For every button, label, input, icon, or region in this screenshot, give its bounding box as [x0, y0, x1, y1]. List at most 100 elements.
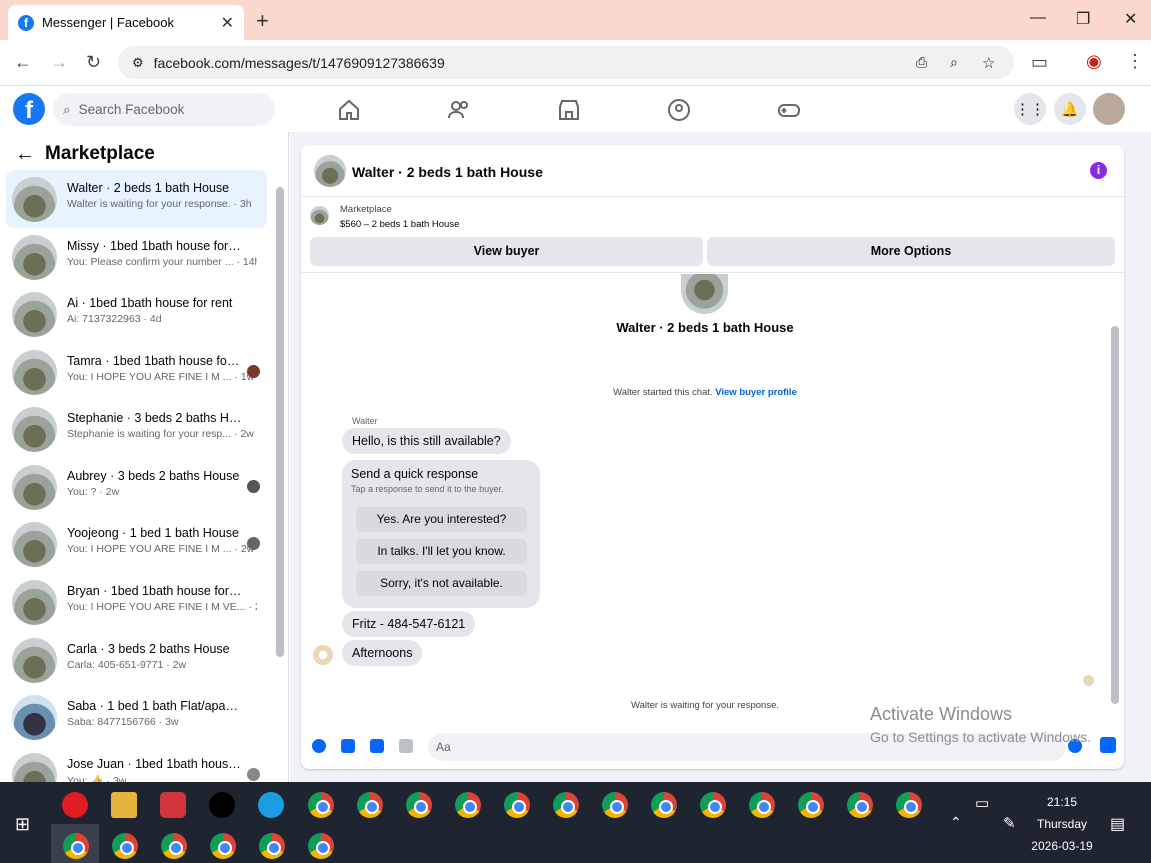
- sender-avatar: [313, 645, 333, 665]
- menu-grid-icon[interactable]: ⋮⋮: [1014, 93, 1046, 125]
- mail-icon[interactable]: [160, 792, 186, 818]
- chrome-icon[interactable]: [259, 833, 285, 859]
- chrome-icon[interactable]: [308, 833, 334, 859]
- conversation-item[interactable]: Missy · 1bed 1bath house for rent You: P…: [6, 228, 267, 286]
- listing-thumbnail: [12, 465, 57, 510]
- install-app-icon[interactable]: ⎙: [916, 54, 927, 71]
- gif-icon[interactable]: [399, 739, 413, 753]
- thumbs-up-icon[interactable]: [1100, 737, 1116, 753]
- conversation-item[interactable]: Saba · 1 bed 1 bath Flat/apartm... Saba:…: [6, 688, 267, 746]
- chat-avatar[interactable]: [314, 155, 346, 187]
- chrome-icon[interactable]: [700, 792, 726, 818]
- home-icon[interactable]: [337, 98, 361, 122]
- chrome-icon[interactable]: [161, 833, 187, 859]
- listing-thumbnail: [12, 522, 57, 567]
- address-bar-row: ← → ↻ ⚙ facebook.com/messages/t/14769091…: [0, 40, 1151, 86]
- clock-time[interactable]: 21:15: [1030, 795, 1094, 809]
- facebook-favicon-icon: f: [18, 14, 34, 31]
- chrome-icon[interactable]: [651, 792, 677, 818]
- quick-response-card: Send a quick response Tap a response to …: [342, 460, 540, 608]
- clock-date[interactable]: 2026-03-19: [1026, 839, 1098, 853]
- chat-started-notice: Walter started this chat. View buyer pro…: [301, 387, 1109, 398]
- facebook-search-input[interactable]: ⌕ Search Facebook: [53, 93, 275, 126]
- marketplace-icon[interactable]: [557, 98, 581, 122]
- chrome-icon[interactable]: [896, 792, 922, 818]
- chrome-icon[interactable]: [749, 792, 775, 818]
- close-window-icon[interactable]: ✕: [1124, 9, 1137, 29]
- conversation-item[interactable]: Yoojeong · 1 bed 1 bath House You: I HOP…: [6, 515, 267, 573]
- chrome-icon[interactable]: [308, 792, 334, 818]
- conversation-item[interactable]: Tamra · 1bed 1bath house for ... You: I …: [6, 343, 267, 401]
- quick-response-button[interactable]: In talks. I'll let you know.: [356, 539, 527, 564]
- reload-icon[interactable]: ↻: [86, 52, 101, 73]
- conversation-preview: You: Please confirm your number ... · 14…: [67, 256, 257, 268]
- back-icon[interactable]: ←: [14, 52, 32, 73]
- conversation-item[interactable]: Jose Juan · 1bed 1bath house ... You: 👍 …: [6, 746, 267, 782]
- chat-scrollbar[interactable]: [1111, 326, 1119, 704]
- close-tab-icon[interactable]: ✕: [221, 13, 234, 33]
- sticker-icon[interactable]: [370, 739, 384, 753]
- menu-icon[interactable]: ⋮: [1126, 51, 1144, 72]
- forward-icon[interactable]: →: [50, 52, 68, 73]
- profile-icon[interactable]: ◉: [1086, 51, 1102, 72]
- facebook-logo-icon[interactable]: f: [13, 93, 45, 125]
- opera-icon[interactable]: [62, 792, 88, 818]
- conversation-item[interactable]: Bryan · 1bed 1bath house for rent You: I…: [6, 573, 267, 631]
- notifications-bell-icon[interactable]: 🔔: [1054, 93, 1086, 125]
- restore-icon[interactable]: ❐: [1076, 9, 1090, 29]
- chrome-icon[interactable]: [406, 792, 432, 818]
- listing-price[interactable]: $560 – 2 beds 1 bath House: [340, 219, 459, 230]
- windows-start-icon[interactable]: ⊞: [15, 814, 30, 835]
- new-tab-icon[interactable]: +: [256, 8, 269, 34]
- more-options-button[interactable]: More Options: [707, 237, 1115, 266]
- chrome-icon[interactable]: [847, 792, 873, 818]
- pen-icon[interactable]: ✎: [1003, 814, 1016, 832]
- friends-icon[interactable]: [447, 98, 471, 122]
- browser-tab[interactable]: f Messenger | Facebook ✕: [8, 5, 244, 40]
- site-info-icon[interactable]: ⚙: [132, 55, 144, 71]
- notification-center-icon[interactable]: ▤: [1110, 814, 1125, 834]
- chrome-icon[interactable]: [504, 792, 530, 818]
- bookmark-star-icon[interactable]: ☆: [982, 54, 995, 72]
- view-buyer-profile-link[interactable]: View buyer profile: [715, 387, 797, 398]
- quick-response-subtitle: Tap a response to send it to the buyer.: [351, 484, 504, 494]
- chat-title[interactable]: Walter · 2 beds 1 bath House: [352, 164, 543, 180]
- account-avatar[interactable]: [1093, 93, 1125, 125]
- gaming-icon[interactable]: [777, 98, 801, 122]
- tiktok-icon[interactable]: [209, 792, 235, 818]
- groups-icon[interactable]: [667, 98, 691, 122]
- quick-response-button[interactable]: Yes. Are you interested?: [356, 507, 527, 532]
- zoom-icon[interactable]: ⌕: [950, 54, 958, 71]
- conversation-item[interactable]: Ai · 1bed 1bath house for rent Ai: 71373…: [6, 285, 267, 343]
- minimize-icon[interactable]: —: [1030, 9, 1046, 27]
- info-icon[interactable]: i: [1090, 162, 1107, 179]
- back-arrow-icon[interactable]: ←: [15, 143, 35, 166]
- cast-icon[interactable]: ▭: [1031, 52, 1048, 73]
- network-icon[interactable]: ▭: [975, 794, 989, 812]
- chevron-up-icon[interactable]: ⌃: [950, 814, 962, 831]
- url-input[interactable]: ⚙ facebook.com/messages/t/14769091273866…: [118, 46, 1014, 79]
- chrome-icon[interactable]: [210, 833, 236, 859]
- chrome-icon[interactable]: [798, 792, 824, 818]
- chrome-icon[interactable]: [553, 792, 579, 818]
- file-explorer-icon[interactable]: [111, 792, 137, 818]
- chrome-icon[interactable]: [455, 792, 481, 818]
- clock-day[interactable]: Thursday: [1030, 817, 1094, 831]
- microphone-icon[interactable]: [312, 739, 326, 753]
- chrome-icon[interactable]: [63, 833, 89, 859]
- conversation-item[interactable]: Carla · 3 beds 2 baths House Carla: 405-…: [6, 631, 267, 689]
- conversation-item[interactable]: Aubrey · 3 beds 2 baths House You: ? · 2…: [6, 458, 267, 516]
- photo-icon[interactable]: [341, 739, 355, 753]
- sidebar-scrollbar[interactable]: [276, 187, 284, 657]
- chrome-icon[interactable]: [602, 792, 628, 818]
- chrome-icon[interactable]: [357, 792, 383, 818]
- conversation-item[interactable]: Stephanie · 3 beds 2 baths House Stephan…: [6, 400, 267, 458]
- chrome-icon[interactable]: [112, 833, 138, 859]
- started-text: Walter started this chat.: [613, 387, 713, 398]
- listing-thumbnail: [12, 350, 57, 395]
- conversation-item[interactable]: Walter · 2 beds 1 bath House Walter is w…: [6, 170, 267, 228]
- listing-bar: Marketplace $560 – 2 beds 1 bath House V…: [301, 198, 1124, 273]
- edge-icon[interactable]: [258, 792, 284, 818]
- quick-response-button[interactable]: Sorry, it's not available.: [356, 571, 527, 596]
- view-buyer-button[interactable]: View buyer: [310, 237, 703, 266]
